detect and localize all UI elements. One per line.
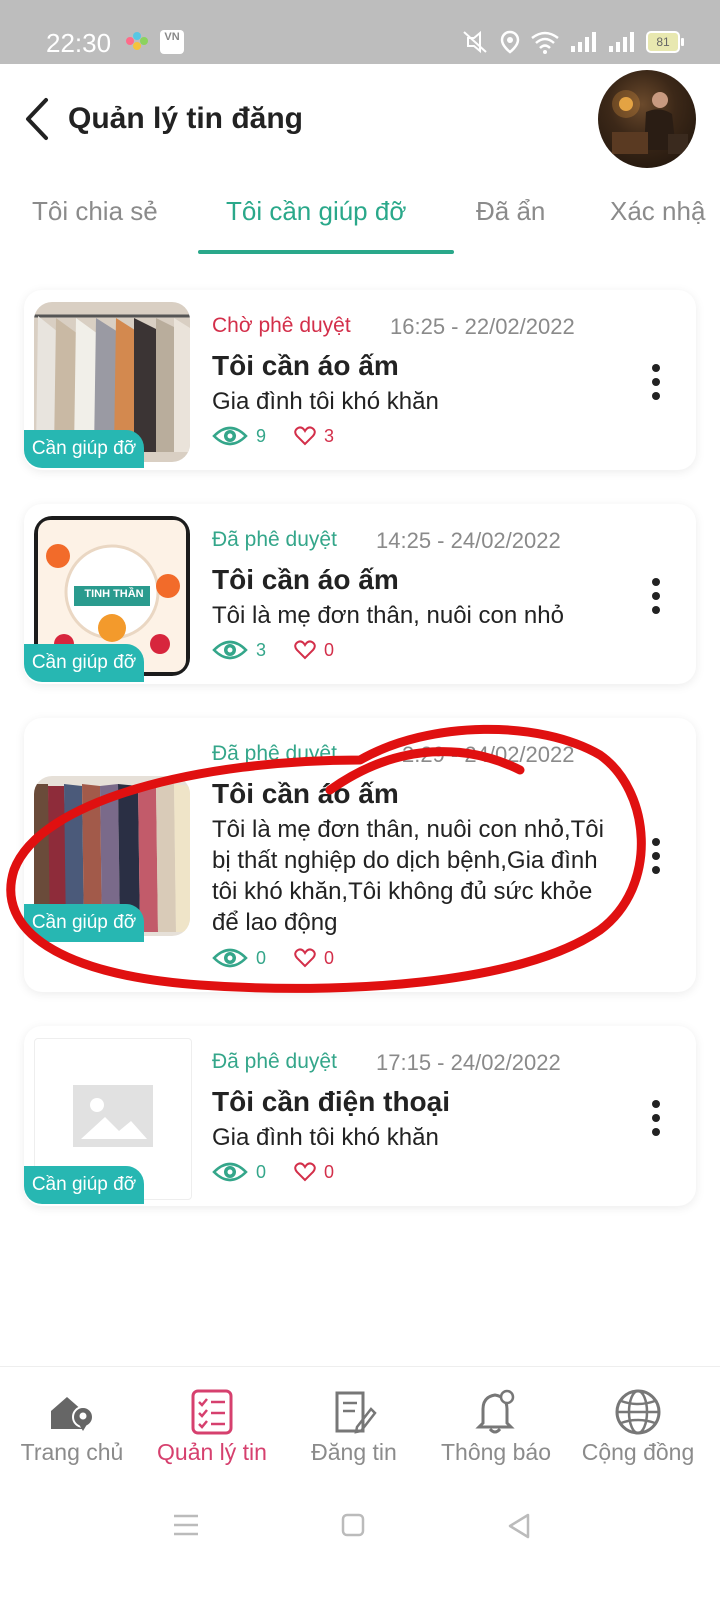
- more-options-icon[interactable]: [650, 1100, 662, 1140]
- likes-stat: 0: [294, 640, 334, 661]
- nav-label: Quản lý tin: [157, 1439, 267, 1465]
- help-needed-badge: Cần giúp đỡ: [24, 1166, 144, 1204]
- views-count: 9: [256, 425, 267, 446]
- help-needed-badge: Cần giúp đỡ: [24, 904, 144, 942]
- home-location-icon: [51, 1397, 94, 1431]
- help-needed-badge: Cần giúp đỡ: [24, 430, 144, 468]
- views-stat: 0: [212, 946, 266, 970]
- more-options-icon[interactable]: [650, 364, 662, 404]
- checklist-icon: [191, 1389, 233, 1435]
- signal-icon-2: [609, 32, 634, 52]
- post-stats: 9 3: [212, 424, 334, 448]
- post-card[interactable]: GẮN KẾT TINH THẦN Cần giúp đỡ Đã phê duy…: [24, 504, 696, 684]
- tab-da-an[interactable]: Đã ẩn: [476, 196, 545, 227]
- home-square-icon[interactable]: [340, 1512, 366, 1538]
- nav-item-notifications[interactable]: Thông báo: [424, 1367, 568, 1501]
- views-stat: 9: [212, 424, 266, 448]
- post-description: Tôi là mẹ đơn thân, nuôi con nhỏ,Tôi bị …: [212, 816, 604, 936]
- edit-document-icon: [335, 1391, 377, 1434]
- post-status: Đã phê duyệt: [212, 742, 337, 765]
- likes-stat: 0: [294, 1162, 334, 1183]
- post-stats: 0 0: [212, 946, 334, 970]
- tab-bar: Tôi chia sẻ Tôi cần giúp đỡ Đã ẩn Xác nh…: [0, 178, 720, 254]
- post-status: Chờ phê duyệt: [212, 314, 351, 337]
- likes-stat: 0: [294, 948, 334, 969]
- bottom-navigation: Trang chủ Quản lý tin Đăng tin Thông báo: [0, 1366, 720, 1501]
- post-status: Đã phê duyệt: [212, 528, 337, 551]
- views-count: 0: [256, 947, 267, 968]
- back-triangle-icon[interactable]: [506, 1512, 532, 1540]
- more-options-icon[interactable]: [650, 838, 662, 878]
- eye-icon: [212, 948, 248, 968]
- likes-count: 0: [324, 947, 335, 968]
- nav-item-community[interactable]: Cộng đồng: [566, 1367, 710, 1501]
- post-description: Gia đình tôi khó khăn: [212, 388, 439, 415]
- system-navigation-bar: [0, 1500, 720, 1600]
- post-description: Gia đình tôi khó khăn: [212, 1124, 439, 1151]
- heart-icon: [294, 948, 316, 968]
- post-stats: 0 0: [212, 1160, 334, 1184]
- nav-label: Trang chủ: [20, 1439, 124, 1465]
- likes-count: 3: [324, 425, 335, 446]
- location-icon: [500, 30, 520, 54]
- heart-icon: [294, 640, 316, 660]
- post-datetime: 14:25 - 24/02/2022: [376, 528, 561, 553]
- globe-icon: [615, 1389, 661, 1435]
- app-notification-icon: [126, 32, 148, 50]
- back-arrow-icon[interactable]: [22, 94, 58, 144]
- heart-icon: [294, 426, 316, 446]
- avatar[interactable]: [598, 70, 696, 168]
- likes-stat: 3: [294, 426, 334, 447]
- post-card[interactable]: Cần giúp đỡ Đã phê duyệt 17:15 - 24/02/2…: [24, 1026, 696, 1206]
- signal-icon: [571, 32, 596, 52]
- likes-count: 0: [324, 1161, 335, 1182]
- post-title: Tôi cần điện thoại: [212, 1086, 451, 1117]
- post-datetime: 2:29 - 24/02/2022: [402, 742, 575, 767]
- help-needed-badge: Cần giúp đỡ: [24, 644, 144, 682]
- post-stats: 3 0: [212, 638, 334, 662]
- post-datetime: 16:25 - 22/02/2022: [390, 314, 575, 339]
- tab-toi-can-giup-do[interactable]: Tôi cần giúp đỡ: [226, 196, 406, 227]
- post-description: Tôi là mẹ đơn thân, nuôi con nhỏ: [212, 602, 564, 629]
- active-tab-indicator: [198, 250, 454, 254]
- wifi-icon: [531, 31, 559, 54]
- more-options-icon[interactable]: [650, 578, 662, 618]
- views-count: 3: [256, 639, 267, 660]
- vn-app-icon: VN: [160, 30, 184, 54]
- eye-icon: [212, 1162, 248, 1182]
- post-card[interactable]: Cần giúp đỡ Đã phê duyệt 2:29 - 24/02/20…: [24, 718, 696, 992]
- tab-xac-nhan[interactable]: Xác nhậ: [610, 196, 705, 227]
- tab-toi-chia-se[interactable]: Tôi chia sẻ: [32, 196, 158, 227]
- nav-item-post[interactable]: Đăng tin: [282, 1367, 426, 1501]
- eye-icon: [212, 426, 248, 446]
- post-title: Tôi cần áo ấm: [212, 564, 399, 595]
- bell-icon: [475, 1389, 515, 1434]
- thumbnail-caption: GẮN KẾT TINH THẦN: [84, 576, 144, 600]
- mute-icon: [463, 30, 487, 54]
- post-title: Tôi cần áo ấm: [212, 778, 399, 809]
- post-status: Đã phê duyệt: [212, 1050, 337, 1073]
- post-card[interactable]: Cần giúp đỡ Chờ phê duyệt 16:25 - 22/02/…: [24, 290, 696, 470]
- app-header: Quản lý tin đăng: [0, 64, 720, 178]
- battery-icon: 81: [646, 31, 684, 53]
- post-datetime: 17:15 - 24/02/2022: [376, 1050, 561, 1075]
- eye-icon: [212, 640, 248, 660]
- views-stat: 0: [212, 1160, 266, 1184]
- status-icons: 81: [460, 30, 684, 54]
- nav-label: Đăng tin: [311, 1439, 397, 1465]
- views-stat: 3: [212, 638, 266, 662]
- views-count: 0: [256, 1161, 267, 1182]
- nav-item-home[interactable]: Trang chủ: [0, 1367, 144, 1501]
- nav-label: Thông báo: [441, 1439, 551, 1465]
- nav-item-manage[interactable]: Quản lý tin: [140, 1367, 284, 1501]
- likes-count: 0: [324, 639, 335, 660]
- nav-label: Cộng đồng: [581, 1439, 695, 1465]
- heart-icon: [294, 1162, 316, 1182]
- status-bar: 22:30 VN 81: [0, 0, 720, 64]
- page-title: Quản lý tin đăng: [68, 102, 304, 135]
- menu-icon[interactable]: [172, 1512, 200, 1538]
- status-time: 22:30: [46, 28, 112, 58]
- post-title: Tôi cần áo ấm: [212, 350, 399, 381]
